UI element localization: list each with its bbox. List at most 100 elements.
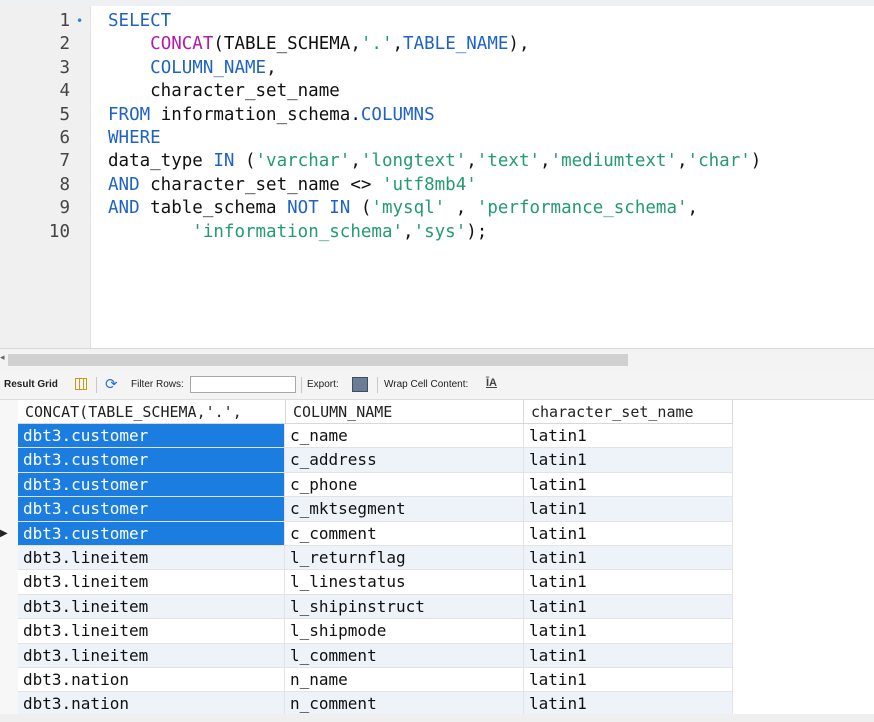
code-line[interactable]: 8 AND character_set_name <> 'utf8mb4': [0, 174, 874, 197]
result-toolbar: Result Grid ⟳ Filter Rows: Export: Wrap …: [0, 371, 874, 400]
table-cell[interactable]: latin1: [524, 668, 733, 693]
table-cell[interactable]: latin1: [524, 448, 733, 473]
table-cell[interactable]: dbt3.nation: [18, 668, 285, 693]
table-cell[interactable]: dbt3.lineitem: [18, 619, 285, 644]
table-cell[interactable]: latin1: [524, 472, 733, 498]
table-row[interactable]: dbt3.lineitem l_linestatus latin1: [18, 570, 733, 595]
table-cell[interactable]: l_comment: [285, 643, 524, 668]
export-icon[interactable]: [352, 377, 368, 392]
code-token: SELECT: [108, 11, 172, 31]
code-token: character_set_name: [108, 81, 340, 102]
table-row[interactable]: dbt3.customer c_address latin1: [18, 448, 733, 473]
table-row[interactable]: dbt3.lineitem l_comment latin1: [18, 643, 733, 668]
code-text[interactable]: WHERE: [108, 127, 161, 150]
table-cell[interactable]: c_phone: [285, 472, 524, 498]
code-line[interactable]: 7 data_type IN ('varchar','longtext','tex…: [0, 150, 874, 173]
code-text[interactable]: data_type IN ('varchar','longtext','text…: [108, 150, 761, 173]
table-cell[interactable]: dbt3.customer: [18, 472, 285, 498]
toolbar-divider: [377, 377, 378, 393]
table-cell[interactable]: c_address: [285, 448, 524, 473]
grid-icon[interactable]: [75, 378, 87, 390]
table-row[interactable]: dbt3.customer c_phone latin1: [18, 472, 733, 498]
table-cell[interactable]: c_name: [285, 424, 524, 449]
code-text[interactable]: character_set_name: [108, 80, 340, 103]
code-line[interactable]: 2 CONCAT(TABLE_SCHEMA,'.',TABLE_NAME),: [0, 33, 874, 56]
code-text[interactable]: AND table_schema NOT IN ('mysql' , 'perf…: [108, 197, 698, 220]
code-text[interactable]: SELECT: [108, 10, 171, 33]
column-header-concat[interactable]: CONCAT(TABLE_SCHEMA,'.',: [18, 400, 286, 424]
wrap-cell-content-icon[interactable]: ĪA: [486, 377, 497, 389]
table-cell[interactable]: n_name: [285, 668, 524, 693]
table-cell[interactable]: l_shipinstruct: [285, 594, 524, 620]
table-cell[interactable]: dbt3.customer: [18, 521, 285, 546]
table-cell[interactable]: latin1: [524, 497, 733, 522]
scrollbar-thumb[interactable]: [8, 354, 628, 366]
code-token: table_schema: [139, 198, 288, 219]
table-cell[interactable]: dbt3.customer: [18, 497, 285, 522]
table-row[interactable]: dbt3.customer c_comment latin1: [18, 521, 733, 546]
table-cell[interactable]: latin1: [524, 619, 733, 644]
code-line[interactable]: 5 FROM information_schema.COLUMNS: [0, 104, 874, 127]
column-header-character-set-name[interactable]: character_set_name: [524, 400, 733, 424]
code-token: 'text': [476, 151, 541, 172]
code-token: AND: [108, 174, 140, 195]
code-line[interactable]: 10 'information_schema','sys');: [0, 221, 874, 244]
code-text[interactable]: CONCAT(TABLE_SCHEMA,'.',TABLE_NAME),: [108, 33, 529, 56]
table-cell[interactable]: c_mktsegment: [285, 497, 524, 522]
table-row[interactable]: dbt3.nation n_name latin1: [18, 668, 733, 693]
editor-horizontal-scrollbar[interactable]: ◂: [0, 348, 874, 371]
scroll-left-arrow-icon[interactable]: ◂: [0, 353, 5, 363]
code-text[interactable]: COLUMN_NAME,: [108, 57, 276, 80]
table-cell[interactable]: latin1: [524, 424, 733, 449]
table-cell[interactable]: dbt3.lineitem: [18, 546, 285, 571]
table-cell[interactable]: dbt3.lineitem: [18, 570, 285, 595]
code-line[interactable]: 6 WHERE: [0, 127, 874, 150]
result-grid[interactable]: CONCAT(TABLE_SCHEMA,'.', COLUMN_NAME cha…: [0, 400, 874, 722]
code-text[interactable]: FROM information_schema.COLUMNS: [108, 104, 435, 127]
line-number: 6: [59, 128, 70, 148]
table-cell[interactable]: latin1: [524, 643, 733, 668]
table-cell[interactable]: dbt3.lineitem: [18, 643, 285, 668]
code-token: ,: [350, 151, 361, 172]
table-cell[interactable]: c_comment: [285, 521, 524, 546]
code-text[interactable]: 'information_schema','sys');: [108, 221, 487, 244]
filter-rows-input[interactable]: [190, 376, 296, 393]
table-cell[interactable]: latin1: [524, 594, 733, 620]
code-token: 'varchar': [255, 151, 351, 172]
code-text[interactable]: AND character_set_name <> 'utf8mb4': [108, 174, 477, 197]
code-token: (: [234, 151, 256, 172]
code-token: AND: [108, 198, 140, 219]
table-cell[interactable]: latin1: [524, 521, 733, 546]
sql-editor[interactable]: 1 • SELECT 2 CONCAT(TABLE_SCHEMA,'.',TABLE_…: [0, 6, 874, 348]
table-cell[interactable]: l_shipmode: [285, 619, 524, 644]
table-row[interactable]: dbt3.lineitem l_shipinstruct latin1: [18, 594, 733, 620]
table-cell[interactable]: dbt3.customer: [18, 424, 285, 449]
code-token: COLUMNS: [360, 104, 435, 125]
table-row[interactable]: dbt3.lineitem l_shipmode latin1: [18, 619, 733, 644]
table-cell[interactable]: dbt3.customer: [18, 448, 285, 473]
toolbar-divider: [96, 377, 97, 393]
table-cell[interactable]: l_linestatus: [285, 570, 524, 595]
line-number: 8: [59, 174, 70, 195]
column-header-column-name[interactable]: COLUMN_NAME: [286, 400, 524, 424]
table-cell[interactable]: l_returnflag: [285, 546, 524, 571]
code-line[interactable]: 4 character_set_name: [0, 80, 874, 103]
table-row[interactable]: dbt3.lineitem l_returnflag latin1: [18, 546, 733, 571]
table-row[interactable]: dbt3.customer c_mktsegment latin1: [18, 497, 733, 522]
table-row[interactable]: dbt3.customer c_name latin1: [18, 424, 733, 449]
table-cell[interactable]: latin1: [524, 546, 733, 571]
filter-rows-label: Filter Rows:: [131, 379, 184, 390]
code-line[interactable]: 3 COLUMN_NAME,: [0, 57, 874, 80]
code-line[interactable]: 1 • SELECT: [0, 10, 874, 33]
code-token: 'mysql': [371, 198, 446, 219]
code-line[interactable]: 9 AND table_schema NOT IN ('mysql' , 'per…: [0, 197, 874, 220]
result-grid-tab[interactable]: Result Grid: [4, 379, 58, 390]
table-cell[interactable]: dbt3.lineitem: [18, 594, 285, 620]
table-cell[interactable]: latin1: [524, 570, 733, 595]
code-token: data_type: [108, 151, 214, 172]
refresh-icon[interactable]: ⟳: [105, 375, 118, 393]
code-token: (TABLE_SCHEMA,: [213, 34, 361, 55]
code-token: IN: [213, 151, 235, 172]
line-number: 10: [48, 221, 70, 242]
